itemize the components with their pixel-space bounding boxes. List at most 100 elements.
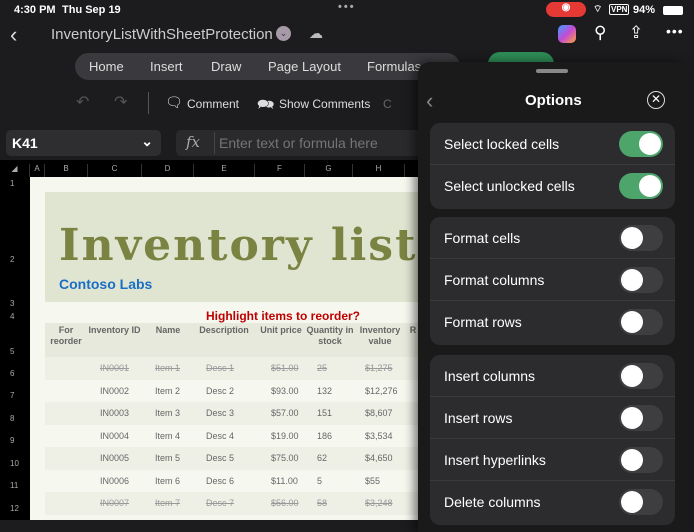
tab-formulas[interactable]: Formulas [367, 59, 421, 74]
cell-value[interactable]: $3,248 [365, 498, 393, 508]
cell-name[interactable]: Item 4 [155, 431, 180, 441]
cell-price[interactable]: $75.00 [271, 453, 299, 463]
cell-name[interactable]: Item 2 [155, 386, 180, 396]
cell-qty[interactable]: 62 [317, 453, 327, 463]
toggle-format-rows[interactable] [619, 309, 663, 335]
cell-desc[interactable]: Desc 1 [206, 363, 234, 373]
back-icon[interactable]: ‹ [10, 22, 17, 48]
table-row[interactable]: IN0004 Item 4 Desc 4 $19.00 186 $3,534 [45, 425, 420, 448]
table-row[interactable]: IN0001 Item 1 Desc 1 $51.00 25 $1,275 [45, 357, 420, 380]
tab-home[interactable]: Home [89, 59, 124, 74]
cell-qty[interactable]: 132 [317, 386, 332, 396]
cell-price[interactable]: $19.00 [271, 431, 299, 441]
share-icon[interactable]: ⇪ [629, 23, 643, 43]
row-header-9[interactable]: 9 [10, 436, 14, 445]
cell-name[interactable]: Item 1 [155, 363, 180, 373]
tab-page-layout[interactable]: Page Layout [268, 59, 341, 74]
drag-handle[interactable] [536, 69, 568, 73]
spreadsheet-grid[interactable]: Inventory list Contoso Labs Highlight it… [30, 177, 420, 520]
more-comment-button[interactable]: C [383, 97, 392, 111]
chevron-down-icon[interactable]: ⌄ [141, 133, 153, 150]
search-icon[interactable]: ⚲ [594, 23, 606, 43]
toggle-format-cells[interactable] [619, 225, 663, 251]
cell-value[interactable]: $3,534 [365, 431, 393, 441]
column-header-F[interactable]: F [255, 164, 305, 177]
toggle-format-columns[interactable] [619, 267, 663, 293]
tab-insert[interactable]: Insert [150, 59, 183, 74]
cell-price[interactable]: $51.00 [271, 363, 299, 373]
undo-icon[interactable]: ↶ [76, 92, 89, 112]
cell-price[interactable]: $93.00 [271, 386, 299, 396]
name-box[interactable]: K41 ⌄ [6, 130, 161, 156]
cell-id[interactable]: IN0002 [100, 386, 129, 396]
cell-name[interactable]: Item 6 [155, 476, 180, 486]
redo-icon[interactable]: ↷ [114, 92, 127, 112]
row-header-1[interactable]: 1 [10, 179, 14, 188]
cell-name[interactable]: Item 5 [155, 453, 180, 463]
select-all-corner[interactable]: ◢ [0, 164, 30, 177]
cell-value[interactable]: $1,275 [365, 363, 393, 373]
cell-desc[interactable]: Desc 4 [206, 431, 234, 441]
cell-qty[interactable]: 186 [317, 431, 332, 441]
cell-desc[interactable]: Desc 5 [206, 453, 234, 463]
row-header-6[interactable]: 6 [10, 369, 14, 378]
chevron-down-icon[interactable]: ⌄ [276, 26, 291, 41]
cell-id[interactable]: IN0006 [100, 476, 129, 486]
cell-desc[interactable]: Desc 7 [206, 498, 234, 508]
cell-qty[interactable]: 151 [317, 408, 332, 418]
row-header-12[interactable]: 12 [10, 504, 19, 513]
toggle-select-locked-cells[interactable] [619, 131, 663, 157]
row-header-3[interactable]: 3 [10, 299, 14, 308]
cell-id[interactable]: IN0003 [100, 408, 129, 418]
row-header-7[interactable]: 7 [10, 391, 14, 400]
table-row[interactable]: IN0005 Item 5 Desc 5 $75.00 62 $4,650 [45, 447, 420, 470]
toggle-delete-columns[interactable] [619, 489, 663, 515]
column-header-G[interactable]: G [305, 164, 353, 177]
cell-value[interactable]: $8,607 [365, 408, 393, 418]
cell-id[interactable]: IN0005 [100, 453, 129, 463]
column-header-E[interactable]: E [194, 164, 255, 177]
highlight-prompt[interactable]: Highlight items to reorder? [206, 309, 360, 323]
close-icon[interactable]: ✕ [647, 91, 665, 109]
cell-desc[interactable]: Desc 6 [206, 476, 234, 486]
cloud-sync-icon[interactable]: ☁ [309, 25, 323, 42]
table-row[interactable]: IN0007 Item 7 Desc 7 $56.00 58 $3,248 [45, 492, 420, 515]
cell-name[interactable]: Item 3 [155, 408, 180, 418]
row-header-11[interactable]: 11 [10, 481, 18, 490]
formula-input[interactable] [214, 132, 424, 154]
show-comments-button[interactable]: Show Comments [279, 97, 370, 111]
cell-qty[interactable]: 5 [317, 476, 322, 486]
cell-desc[interactable]: Desc 2 [206, 386, 234, 396]
tab-draw[interactable]: Draw [211, 59, 241, 74]
row-header-5[interactable]: 5 [10, 347, 14, 356]
toggle-insert-rows[interactable] [619, 405, 663, 431]
table-row[interactable]: IN0003 Item 3 Desc 3 $57.00 151 $8,607 [45, 402, 420, 425]
cell-value[interactable]: $4,650 [365, 453, 393, 463]
cell-id[interactable]: IN0001 [100, 363, 129, 373]
cell-id[interactable]: IN0004 [100, 431, 129, 441]
cell-price[interactable]: $11.00 [271, 476, 298, 486]
cell-value[interactable]: $55 [365, 476, 380, 486]
comment-button[interactable]: Comment [187, 97, 239, 111]
cell-name[interactable]: Item 7 [155, 498, 180, 508]
cell-qty[interactable]: 25 [317, 363, 327, 373]
cell-price[interactable]: $57.00 [271, 408, 299, 418]
row-header-4[interactable]: 4 [10, 312, 14, 321]
column-header-C[interactable]: C [88, 164, 142, 177]
cell-desc[interactable]: Desc 3 [206, 408, 234, 418]
cell-id[interactable]: IN0007 [100, 498, 129, 508]
multitask-dots-icon[interactable]: ••• [338, 1, 356, 13]
copilot-icon[interactable] [558, 25, 576, 43]
toggle-insert-hyperlinks[interactable] [619, 447, 663, 473]
cell-price[interactable]: $56.00 [271, 498, 299, 508]
column-header-D[interactable]: D [142, 164, 194, 177]
back-icon[interactable]: ‹ [426, 88, 433, 114]
table-row[interactable]: IN0006 Item 6 Desc 6 $11.00 5 $55 [45, 470, 420, 493]
column-header-B[interactable]: B [45, 164, 88, 177]
column-header-A[interactable]: A [30, 164, 45, 177]
table-row[interactable]: IN0002 Item 2 Desc 2 $93.00 132 $12,276 [45, 380, 420, 403]
row-header-10[interactable]: 10 [10, 459, 19, 468]
row-header-8[interactable]: 8 [10, 414, 14, 423]
document-title[interactable]: InventoryListWithSheetProtection [51, 26, 273, 43]
more-icon[interactable]: ••• [666, 23, 684, 39]
